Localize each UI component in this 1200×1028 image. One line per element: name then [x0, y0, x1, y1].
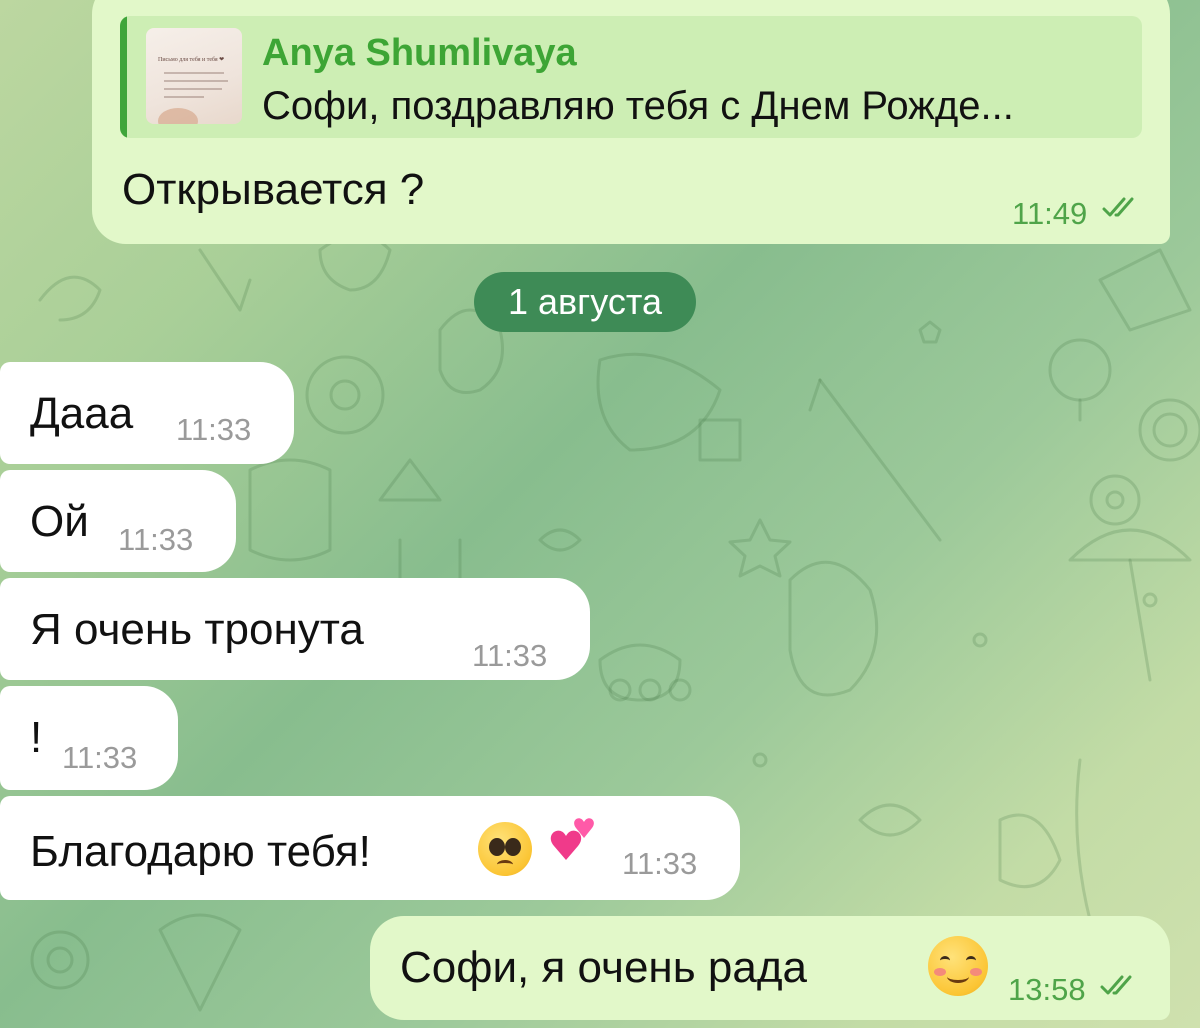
message-time: 11:33 — [62, 740, 138, 775]
message-text: ! — [30, 713, 43, 762]
message-time: 11:49 — [1012, 196, 1088, 231]
message-time: 11:33 — [118, 522, 194, 557]
message-time: 11:33 — [176, 412, 252, 447]
reply-author-name: Anya Shumlivaya — [262, 32, 577, 74]
message-text: Ой — [30, 497, 89, 546]
read-receipt-icon — [1102, 197, 1134, 217]
message-text: Софи, я очень рада — [400, 943, 807, 992]
outgoing-message-reply[interactable]: Письмо для тебя и тебя ❤ Anya Shumlivaya… — [92, 0, 1170, 244]
incoming-message[interactable]: Я очень тронута 11:33 — [0, 578, 590, 680]
read-receipt-icon — [1100, 975, 1132, 995]
smiling-face-with-hearts-emoji — [928, 936, 988, 996]
reply-quote[interactable]: Письмо для тебя и тебя ❤ Anya Shumlivaya… — [120, 16, 1142, 138]
message-time: 13:58 — [1008, 972, 1086, 1007]
reply-accent-bar — [120, 16, 127, 138]
incoming-message[interactable]: ! 11:33 — [0, 686, 178, 790]
two-hearts-emoji — [550, 818, 594, 860]
incoming-message[interactable]: Дааа 11:33 — [0, 362, 294, 464]
date-separator: 1 августа — [474, 272, 696, 332]
message-text: Дааа — [30, 389, 134, 438]
message-time: 11:33 — [622, 846, 698, 881]
message-text: Я очень тронута — [30, 605, 364, 654]
reply-thumbnail-title: Письмо для тебя и тебя ❤ — [158, 57, 225, 63]
message-text: Благодарю тебя! — [30, 827, 371, 876]
message-time: 11:33 — [472, 638, 548, 673]
pleading-face-emoji — [478, 822, 532, 876]
message-text: Открывается ? — [122, 165, 425, 214]
incoming-message[interactable]: Ой 11:33 — [0, 470, 236, 572]
reply-thumbnail: Письмо для тебя и тебя ❤ — [146, 28, 242, 124]
reply-quote-text: Софи, поздравляю тебя с Днем Рожде... — [262, 84, 1014, 128]
outgoing-message[interactable]: Софи, я очень рада 13:58 — [370, 916, 1170, 1020]
incoming-message[interactable]: Благодарю тебя! 11:33 — [0, 796, 740, 900]
